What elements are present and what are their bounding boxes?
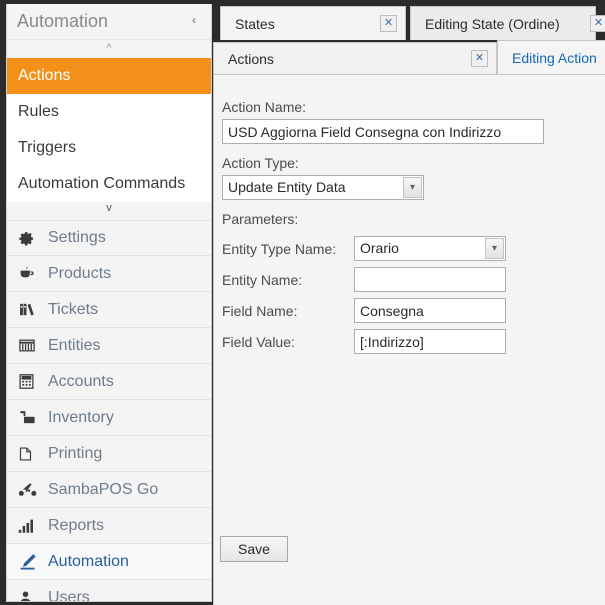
application-window: Automation ‹ ^ Actions Rules Triggers Au… — [0, 0, 605, 605]
main-menu-list: Settings Products Tickets Entities Accou… — [7, 220, 211, 602]
sidebar-item-label: Entities — [48, 336, 101, 354]
sidebar-item-triggers[interactable]: Triggers — [7, 130, 211, 166]
sidebar-item-rules[interactable]: Rules — [7, 94, 211, 130]
field-value-label: Field Value: — [222, 334, 295, 350]
chevron-down-icon[interactable]: ▾ — [403, 177, 422, 198]
sidebar-item-label: Tickets — [48, 300, 99, 318]
sidebar-item-label: Accounts — [48, 372, 114, 390]
sidebar-item-label: Inventory — [48, 408, 114, 426]
sidebar-item-accounts[interactable]: Accounts — [7, 364, 211, 400]
field-value-input[interactable] — [354, 329, 506, 354]
sidebar-item-label: Actions — [18, 67, 71, 84]
action-name-input[interactable] — [222, 119, 544, 144]
field-name-label: Field Name: — [222, 303, 298, 319]
close-icon[interactable]: ✕ — [380, 15, 397, 32]
sidebar-item-tickets[interactable]: Tickets — [7, 292, 211, 328]
entity-name-label: Entity Name: — [222, 272, 303, 288]
tab-label: Editing Action — [512, 50, 597, 66]
sidebar-item-sambapos-go[interactable]: SambaPOS Go — [7, 472, 211, 508]
sidebar-item-products[interactable]: Products — [7, 256, 211, 292]
tab-actions[interactable]: Actions ✕ — [213, 42, 497, 75]
navigation-sidebar: Automation ‹ ^ Actions Rules Triggers Au… — [6, 4, 212, 602]
calculator-icon — [18, 371, 44, 393]
editing-action-form: Action Name: Action Type: Update Entity … — [213, 74, 605, 605]
scooter-icon — [18, 479, 44, 501]
sidebar-item-automation[interactable]: Automation — [7, 544, 211, 580]
submenu-scroll-up[interactable]: ^ — [7, 40, 211, 58]
sidebar-item-label: Reports — [48, 516, 105, 534]
sidebar-item-label: Users — [48, 588, 90, 602]
tab-strip-outer: States ✕ Editing State (Ordine) ✕ — [213, 4, 605, 40]
books-icon — [18, 299, 44, 321]
action-type-select[interactable]: Update Entity Data ▾ — [222, 175, 424, 200]
chevron-down-icon[interactable]: ▾ — [485, 238, 504, 259]
bar-chart-icon — [18, 515, 44, 537]
sidebar-item-actions[interactable]: Actions — [7, 58, 211, 94]
sidebar-item-label: Automation Commands — [18, 175, 186, 192]
person-icon — [18, 587, 44, 601]
sidebar-title: Automation — [17, 11, 109, 31]
sidebar-item-reports[interactable]: Reports — [7, 508, 211, 544]
entity-type-name-value: Orario — [360, 240, 399, 256]
field-name-input[interactable] — [354, 298, 506, 323]
action-name-label: Action Name: — [222, 99, 307, 115]
sidebar-item-automation-commands[interactable]: Automation Commands — [7, 166, 211, 202]
sidebar-item-printing[interactable]: Printing — [7, 436, 211, 472]
entity-name-input[interactable] — [354, 267, 506, 292]
submenu-scroll-down[interactable]: v — [7, 202, 211, 220]
sidebar-item-label: Products — [48, 264, 112, 282]
pencil-icon — [18, 551, 44, 573]
sidebar-item-label: Printing — [48, 444, 103, 462]
entity-type-name-label: Entity Type Name: — [222, 241, 337, 257]
main-content-pane: States ✕ Editing State (Ordine) ✕ Action… — [213, 4, 605, 605]
sidebar-item-users[interactable]: Users — [7, 580, 211, 602]
save-button[interactable]: Save — [220, 536, 288, 562]
sidebar-item-label: Triggers — [18, 139, 77, 156]
tab-label: States — [235, 16, 275, 32]
sidebar-item-settings[interactable]: Settings — [7, 220, 211, 256]
sidebar-item-label: Automation — [48, 552, 129, 570]
tab-label: Actions — [228, 51, 274, 67]
sidebar-item-label: Settings — [48, 229, 106, 246]
close-icon[interactable]: ✕ — [590, 15, 605, 32]
boxes-icon — [18, 407, 44, 429]
sidebar-item-label: SambaPOS Go — [48, 480, 159, 498]
grid-box-icon — [18, 335, 44, 357]
close-icon[interactable]: ✕ — [471, 50, 488, 67]
sidebar-header: Automation ‹ — [7, 4, 211, 40]
sidebar-item-label: Rules — [18, 103, 59, 120]
tab-states[interactable]: States ✕ — [220, 6, 406, 40]
chevron-up-icon: ^ — [106, 42, 112, 54]
tab-editing-action[interactable]: Editing Action — [497, 40, 605, 75]
tab-strip-inner: Actions ✕ Editing Action — [213, 40, 605, 75]
tab-editing-state[interactable]: Editing State (Ordine) ✕ — [410, 6, 605, 40]
submenu-list: Actions Rules Triggers Automation Comman… — [7, 58, 211, 202]
parameters-label: Parameters: — [222, 211, 299, 227]
gear-icon — [18, 227, 44, 249]
sidebar-item-inventory[interactable]: Inventory — [7, 400, 211, 436]
chevron-left-icon[interactable]: ‹ — [187, 14, 201, 28]
sidebar-item-entities[interactable]: Entities — [7, 328, 211, 364]
entity-type-name-select[interactable]: Orario ▾ — [354, 236, 506, 261]
chevron-down-icon: v — [106, 202, 112, 214]
tab-label: Editing State (Ordine) — [425, 16, 560, 32]
action-type-label: Action Type: — [222, 155, 299, 171]
cup-icon — [18, 263, 44, 285]
page-icon — [18, 443, 44, 465]
action-type-value: Update Entity Data — [228, 179, 346, 195]
